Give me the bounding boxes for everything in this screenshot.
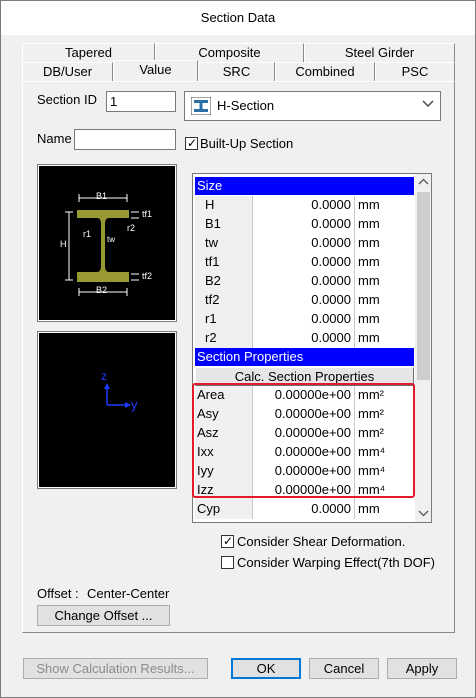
table-row: Iyy 0.00000e+00 mm⁴ xyxy=(195,462,414,481)
tab-steel-girder[interactable]: Steel Girder xyxy=(304,43,455,62)
window-title: Section Data xyxy=(1,1,475,35)
section-type-value: H-Section xyxy=(217,98,275,113)
dim-b1-label: B1 xyxy=(96,191,108,201)
built-up-label: Built-Up Section xyxy=(200,136,294,151)
table-row: Izz 0.00000e+00 mm⁴ xyxy=(195,481,414,500)
built-up-checkbox[interactable]: ✓ xyxy=(185,136,198,150)
dim-tw-label: tw xyxy=(107,235,115,244)
table-row: Ixx 0.00000e+00 mm⁴ xyxy=(195,443,414,462)
table-row: Area 0.00000e+00 mm² xyxy=(195,386,414,405)
name-input[interactable] xyxy=(74,129,176,150)
section-property-grid[interactable]: Size H 0.0000 mm B1 0.0000 mm tw 0.0000 mm tf1… xyxy=(192,173,432,523)
section-shape-preview: B1 B2 H tw tf1 tf2 r1 r2 xyxy=(37,164,177,322)
offset-value: Center-Center xyxy=(87,586,170,601)
table-row[interactable]: tw 0.0000 mm xyxy=(195,234,414,253)
section-id-label: Section ID xyxy=(37,92,97,107)
table-row[interactable]: B2 0.0000 mm xyxy=(195,272,414,291)
tab-value[interactable]: Value xyxy=(113,60,198,81)
change-offset-button[interactable]: Change Offset ... xyxy=(37,605,170,626)
axis-preview: z y xyxy=(37,331,177,489)
cancel-button[interactable]: Cancel xyxy=(309,658,379,679)
warping-effect-checkbox[interactable] xyxy=(221,556,234,569)
grid-scrollbar[interactable] xyxy=(415,174,431,522)
warping-effect-label: Consider Warping Effect(7th DOF) xyxy=(237,555,435,570)
table-row: Asz 0.00000e+00 mm² xyxy=(195,424,414,443)
scrollbar-thumb[interactable] xyxy=(417,192,430,380)
show-calculation-results-button[interactable]: Show Calculation Results... xyxy=(23,658,208,679)
axis-z-label: z xyxy=(101,369,107,383)
section-data-dialog: Section Data Tapered Composite Steel Gir… xyxy=(0,0,476,698)
chevron-up-icon[interactable] xyxy=(418,178,429,186)
dim-tf2-label: tf2 xyxy=(142,271,153,281)
check-icon: ✓ xyxy=(187,136,198,150)
dim-r2-label: r2 xyxy=(127,223,136,233)
shear-deformation-checkbox[interactable]: ✓ xyxy=(221,534,234,548)
chevron-down-icon xyxy=(422,100,434,107)
tab-combined[interactable]: Combined xyxy=(275,62,375,81)
table-row: Asy 0.00000e+00 mm² xyxy=(195,405,414,424)
section-type-dropdown[interactable]: H-Section xyxy=(184,91,441,121)
section-properties-header: Section Properties xyxy=(195,348,414,366)
table-row[interactable]: r1 0.0000 mm xyxy=(195,310,414,329)
name-label: Name xyxy=(37,131,72,146)
calc-section-properties-button[interactable]: Calc. Section Properties xyxy=(195,367,414,386)
table-row: Cyp 0.0000 mm xyxy=(195,500,414,519)
offset-label: Offset : xyxy=(37,586,79,601)
table-row[interactable]: H 0.0000 mm xyxy=(195,196,414,215)
size-header: Size xyxy=(195,177,414,195)
dim-h-label: H xyxy=(60,239,67,249)
table-row[interactable]: tf2 0.0000 mm xyxy=(195,291,414,310)
axis-y-label: y xyxy=(131,397,138,412)
ok-button[interactable]: OK xyxy=(231,658,301,679)
dim-b2-label: B2 xyxy=(96,285,108,295)
tab-db-user[interactable]: DB/User xyxy=(22,62,113,81)
table-row[interactable]: tf1 0.0000 mm xyxy=(195,253,414,272)
dim-tf1-label: tf1 xyxy=(142,209,153,219)
apply-button[interactable]: Apply xyxy=(387,658,457,679)
dim-r1-label: r1 xyxy=(83,229,92,239)
axis-icon xyxy=(104,383,131,408)
tab-src[interactable]: SRC xyxy=(198,62,275,81)
check-icon: ✓ xyxy=(223,534,234,548)
table-row[interactable]: B1 0.0000 mm xyxy=(195,215,414,234)
table-row[interactable]: r2 0.0000 mm xyxy=(195,329,414,348)
section-id-input[interactable]: 1 xyxy=(106,91,176,112)
tab-psc[interactable]: PSC xyxy=(375,62,455,81)
chevron-down-icon[interactable] xyxy=(418,509,429,517)
h-section-icon xyxy=(191,97,211,115)
shear-deformation-label: Consider Shear Deformation. xyxy=(237,534,406,549)
